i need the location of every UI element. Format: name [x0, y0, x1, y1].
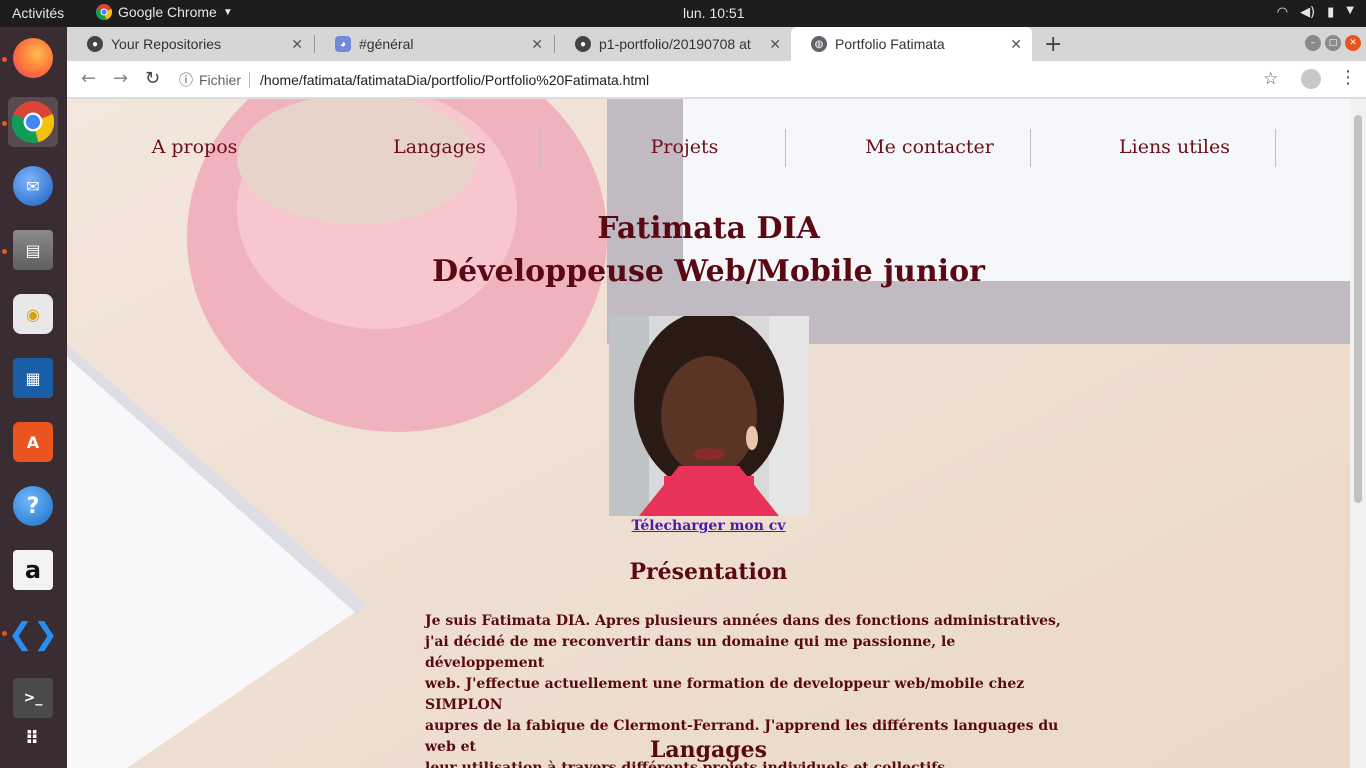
close-icon[interactable]: ✕	[1010, 36, 1022, 53]
system-tray[interactable]: ◠ ◀) ▮ ▼	[1277, 5, 1354, 20]
tab-your-repositories[interactable]: ● Your Repositories ✕	[67, 27, 313, 61]
close-icon[interactable]: ✕	[531, 36, 543, 53]
help-icon: ?	[13, 486, 53, 526]
url-text[interactable]: /home/fatimata/fatimataDia/portfolio/Por…	[260, 72, 649, 88]
dock-impress[interactable]: ▦	[8, 353, 58, 403]
nav-projets[interactable]: Projets	[562, 127, 807, 167]
chrome-window: ● Your Repositories ✕ ◕ #général ✕ ● p1-…	[67, 27, 1366, 768]
software-icon: A	[13, 422, 53, 462]
rhythmbox-icon: ◉	[13, 294, 53, 334]
dock-amazon[interactable]: a	[8, 545, 58, 595]
running-indicator	[2, 249, 7, 254]
firefox-icon	[13, 38, 53, 78]
apps-grid-icon: ⠿	[24, 727, 42, 749]
running-indicator	[2, 631, 7, 636]
wifi-icon[interactable]: ◠	[1277, 5, 1288, 20]
reload-button[interactable]: ↻	[145, 68, 160, 89]
dock-chrome[interactable]	[8, 97, 58, 147]
forward-button[interactable]: →	[113, 68, 128, 89]
globe-icon: ◍	[811, 36, 827, 52]
dock-help[interactable]: ?	[8, 481, 58, 531]
tab-title: #général	[359, 36, 414, 52]
chrome-icon	[12, 101, 54, 143]
presentation-line: j'ai décidé de me reconvertir dans un do…	[425, 634, 956, 671]
tab-general[interactable]: ◕ #général ✕	[315, 27, 553, 61]
dock-vscode[interactable]: ❮❯	[8, 609, 58, 659]
close-icon[interactable]: ✕	[769, 36, 781, 53]
vscode-icon: ❮❯	[7, 616, 59, 652]
page-title-name: Fatimata DIA	[597, 211, 820, 246]
nav-separator	[540, 129, 541, 167]
nav-separator	[1275, 129, 1276, 167]
portfolio-page: A propos Langages Projets Me contacter L…	[67, 99, 1350, 768]
github-icon: ●	[87, 36, 103, 52]
dock-thunderbird[interactable]: ✉	[8, 161, 58, 211]
nav-liens-utiles[interactable]: Liens utiles	[1052, 127, 1297, 167]
close-window-button[interactable]: ✕	[1345, 35, 1361, 51]
thunderbird-icon: ✉	[13, 166, 53, 206]
tab-title: p1-portfolio/20190708 at	[599, 36, 751, 52]
ubuntu-dock: ✉ ▤ ◉ ▦ A ? a ❮❯ >_ ⠿	[0, 27, 67, 768]
running-indicator	[2, 121, 7, 126]
activities-button[interactable]: Activités	[12, 5, 64, 21]
vertical-scrollbar[interactable]	[1350, 99, 1366, 768]
dock-rhythmbox[interactable]: ◉	[8, 289, 58, 339]
close-icon[interactable]: ✕	[291, 36, 303, 53]
browser-toolbar: ← → ↻ ⓘ Fichier /home/fatimata/fatimataD…	[67, 61, 1366, 98]
tab-portfolio-fatimata[interactable]: ◍ Portfolio Fatimata ✕	[791, 27, 1032, 61]
dock-firefox[interactable]	[8, 33, 58, 83]
presentation-line: Je suis Fatimata DIA. Apres plusieurs an…	[425, 613, 1061, 629]
download-cv-link[interactable]: Télecharger mon cv	[67, 518, 1350, 534]
app-name: Google Chrome	[118, 4, 217, 20]
bookmark-star-icon[interactable]: ☆	[1263, 69, 1278, 89]
tab-strip: ● Your Repositories ✕ ◕ #général ✕ ● p1-…	[67, 27, 1366, 61]
page-viewport: A propos Langages Projets Me contacter L…	[67, 99, 1366, 768]
back-button[interactable]: ←	[81, 68, 96, 89]
tab-p1-portfolio[interactable]: ● p1-portfolio/20190708 at ✕	[555, 27, 791, 61]
dock-software[interactable]: A	[8, 417, 58, 467]
new-tab-button[interactable]: +	[1044, 32, 1062, 57]
app-menu[interactable]: Google Chrome ▼	[96, 4, 233, 20]
battery-icon[interactable]: ▮	[1327, 5, 1334, 20]
main-nav: A propos Langages Projets Me contacter L…	[67, 127, 1350, 167]
libreoffice-impress-icon: ▦	[13, 358, 53, 398]
address-bar[interactable]: ⓘ Fichier /home/fatimata/fatimataDia/por…	[179, 65, 1259, 94]
chevron-down-icon[interactable]: ▼	[1346, 5, 1354, 20]
volume-icon[interactable]: ◀)	[1300, 5, 1315, 20]
tab-title: Portfolio Fatimata	[835, 36, 945, 52]
chrome-menu-icon[interactable]: ⋮	[1339, 67, 1357, 88]
nav-a-propos[interactable]: A propos	[67, 127, 322, 167]
scrollbar-thumb[interactable]	[1354, 115, 1362, 503]
presentation-line: web. J'effectue actuellement une formati…	[425, 676, 1025, 713]
url-scheme-label: Fichier	[199, 71, 251, 88]
minimize-button[interactable]: –	[1305, 35, 1321, 51]
chrome-icon	[96, 4, 112, 20]
tab-title: Your Repositories	[111, 36, 221, 52]
amazon-icon: a	[13, 550, 53, 590]
profile-avatar[interactable]	[1301, 69, 1321, 89]
running-indicator	[2, 57, 7, 62]
terminal-icon: >_	[13, 678, 53, 718]
nav-me-contacter[interactable]: Me contacter	[807, 127, 1052, 167]
page-subtitle-role: Développeuse Web/Mobile junior	[432, 254, 985, 289]
files-icon: ▤	[13, 230, 53, 270]
portrait-image	[609, 316, 809, 516]
dock-files[interactable]: ▤	[8, 225, 58, 275]
info-icon[interactable]: ⓘ	[179, 70, 193, 90]
github-icon: ●	[575, 36, 591, 52]
chevron-down-icon: ▼	[222, 6, 233, 18]
dock-show-apps[interactable]: ⠿	[8, 713, 58, 763]
langages-heading: Langages	[649, 737, 768, 763]
profile-photo	[609, 316, 809, 516]
discord-icon: ◕	[335, 36, 351, 52]
nav-separator	[1030, 129, 1031, 167]
nav-separator	[785, 129, 786, 167]
maximize-button[interactable]: □	[1325, 35, 1341, 51]
ubuntu-top-bar: Activités Google Chrome ▼ lun. 10:51 ◠ ◀…	[0, 0, 1366, 27]
nav-langages[interactable]: Langages	[317, 127, 562, 167]
presentation-heading: Présentation	[629, 559, 788, 585]
clock[interactable]: lun. 10:51	[683, 5, 745, 21]
